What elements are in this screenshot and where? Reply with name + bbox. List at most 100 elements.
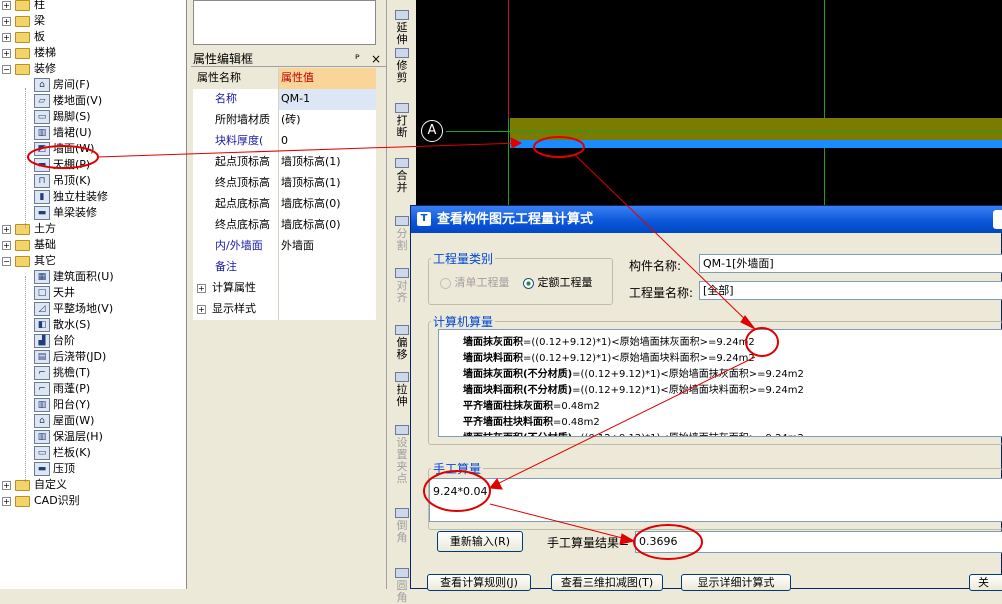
tree-item[interactable]: ▱ 楼地面(V) xyxy=(34,93,102,109)
tree-item[interactable]: ▮ 独立柱装修 xyxy=(34,189,108,205)
property-row[interactable]: 起点底标高 墙底标高(0) xyxy=(193,194,376,215)
property-value[interactable] xyxy=(279,299,376,320)
property-name-text: 计算属性 xyxy=(212,281,256,294)
property-value[interactable]: 0 xyxy=(279,131,376,152)
tree-folder[interactable]: + 楼梯 xyxy=(2,45,56,61)
tree-item[interactable]: ◿ 平整场地(V) xyxy=(34,301,113,317)
property-value[interactable]: 墙底标高(0) xyxy=(279,194,376,215)
property-row[interactable]: 起点顶标高 墙顶标高(1) xyxy=(193,152,376,173)
tree-item-label: 散水(S) xyxy=(53,318,91,331)
tree-folder[interactable]: + 板 xyxy=(2,29,45,45)
tree-item[interactable]: ⌂ 房间(F) xyxy=(34,77,90,93)
property-row[interactable]: + 显示样式 xyxy=(193,299,376,320)
tree-item[interactable]: ▦ 建筑面积(U) xyxy=(34,269,114,285)
tree-item[interactable]: ▥ 墙裙(U) xyxy=(34,125,92,141)
tree-item[interactable]: ⌐ 雨蓬(P) xyxy=(34,381,90,397)
property-row[interactable]: 所附墙材质 (砖) xyxy=(193,110,376,131)
tree-item-label: CAD识别 xyxy=(34,494,80,507)
manual-result-field[interactable]: 0.3696 xyxy=(635,531,1002,553)
tree-item[interactable]: ⊓ 吊顶(K) xyxy=(34,173,91,189)
expand-icon[interactable]: + xyxy=(2,240,11,250)
calc-line-formula: =((0.12+9.12)*1)<原始墙面抹灰面积>=9.24m2 xyxy=(523,337,755,348)
tree-folder[interactable]: − 其它 xyxy=(2,253,56,269)
extend-tool[interactable]: 延伸 xyxy=(387,10,417,46)
tree-item[interactable]: ▬ 单梁装修 xyxy=(34,205,97,221)
drawing-canvas[interactable]: A xyxy=(416,0,1002,205)
property-row[interactable]: 备注 xyxy=(193,257,376,278)
maximize-icon[interactable] xyxy=(993,210,1002,229)
property-value[interactable]: 墙顶标高(1) xyxy=(279,173,376,194)
tree-item[interactable]: ▬ 压顶 xyxy=(34,461,75,477)
expand-icon[interactable]: + xyxy=(2,480,11,490)
tree-item[interactable]: ▭ 栏板(K) xyxy=(34,445,91,461)
radio-list-qty[interactable]: 清单工程量 xyxy=(440,274,510,290)
tree-item[interactable]: ⌐ 挑檐(T) xyxy=(34,365,90,381)
manual-formula-input[interactable]: 9.24*0.04 xyxy=(429,478,1002,522)
radio-quota-qty[interactable]: 定额工程量 xyxy=(523,274,593,290)
tree-item[interactable]: ▥ 阳台(Y) xyxy=(34,397,90,413)
tree-folder[interactable]: + 土方 xyxy=(2,221,56,237)
property-value[interactable]: 墙顶标高(1) xyxy=(279,152,376,173)
tree-item[interactable]: ⌂ 屋面(W) xyxy=(34,413,94,429)
expand-icon[interactable]: + xyxy=(2,224,11,234)
folder-icon xyxy=(15,223,30,235)
fillet-icon xyxy=(395,568,409,578)
tree-item[interactable]: ▭ 踢脚(S) xyxy=(34,109,91,125)
property-row[interactable]: 终点底标高 墙底标高(0) xyxy=(193,215,376,236)
tree-item[interactable]: ◧ 散水(S) xyxy=(34,317,91,333)
expand-icon[interactable]: + xyxy=(2,16,11,26)
tree-item[interactable]: ◩ 墙面(W) xyxy=(34,141,94,157)
calc-label: 计算机算量 xyxy=(431,313,496,330)
pin-icon[interactable]: ᴾ xyxy=(355,51,360,67)
property-value[interactable] xyxy=(279,278,376,299)
property-value[interactable]: 外墙面 xyxy=(279,236,376,257)
trim-tool[interactable]: 修剪 xyxy=(387,48,417,84)
tree-folder[interactable]: + CAD识别 xyxy=(2,493,80,509)
merge-tool[interactable]: 合并 xyxy=(387,158,417,194)
tree-folder[interactable]: + 柱 xyxy=(2,0,45,13)
tree-item[interactable]: ▬ 天棚(P) xyxy=(34,157,90,173)
tree-item-label: 楼梯 xyxy=(34,46,56,59)
property-row[interactable]: + 计算属性 xyxy=(193,278,376,299)
break-tool[interactable]: 打断 xyxy=(387,103,417,139)
tree-folder[interactable]: + 基础 xyxy=(2,237,56,253)
calc-line-formula: =((0.12+9.12)*1)<原始墙面块料面积>=9.24m2 xyxy=(523,353,755,364)
expand-icon[interactable]: + xyxy=(2,496,11,506)
property-value[interactable] xyxy=(279,257,376,278)
wall-surface-line[interactable] xyxy=(510,140,1002,148)
tree-item[interactable]: □ 天井 xyxy=(34,285,75,301)
property-value[interactable]: QM-1 xyxy=(279,89,376,110)
dialog-title[interactable]: T 查看构件图元工程量计算式 xyxy=(411,206,1002,233)
qty-name-select[interactable]: [全部] xyxy=(699,281,1002,300)
collapse-icon[interactable]: − xyxy=(2,64,11,74)
calc-formula-box[interactable]: 墙面抹灰面积=((0.12+9.12)*1)<原始墙面抹灰面积>=9.24m2 墙… xyxy=(438,329,1002,437)
tree-folder[interactable]: − 装修 xyxy=(2,61,56,77)
close-button[interactable]: 关 xyxy=(969,574,1002,591)
property-row[interactable]: 内/外墙面 外墙面 xyxy=(193,236,376,257)
property-row[interactable]: 终点顶标高 墙顶标高(1) xyxy=(193,173,376,194)
expand-icon[interactable]: + xyxy=(197,304,206,314)
tree-folder[interactable]: + 梁 xyxy=(2,13,45,29)
property-row[interactable]: 名称 QM-1 xyxy=(193,89,376,110)
expand-icon[interactable]: + xyxy=(2,0,11,10)
property-value[interactable]: (砖) xyxy=(279,110,376,131)
expand-icon[interactable]: + xyxy=(2,48,11,58)
expand-icon[interactable]: + xyxy=(2,32,11,42)
close-icon[interactable]: × xyxy=(371,51,381,67)
property-value[interactable]: 墙底标高(0) xyxy=(279,215,376,236)
wall-band[interactable] xyxy=(510,118,1002,140)
show-detail-button[interactable]: 显示详细计算式 xyxy=(681,574,791,591)
tree-item[interactable]: ▟ 台阶 xyxy=(34,333,75,349)
tree-folder[interactable]: + 自定义 xyxy=(2,477,67,493)
property-row[interactable]: 块料厚度(0 xyxy=(193,131,376,152)
tree-item[interactable]: ▥ 保温层(H) xyxy=(34,429,103,445)
view-3d-button[interactable]: 查看三维扣减图(T) xyxy=(551,574,663,591)
tool-label: 设置夹点 xyxy=(396,436,408,485)
tree-item[interactable]: ▤ 后浇带(JD) xyxy=(34,349,106,365)
reenter-button[interactable]: 重新输入(R) xyxy=(437,531,523,552)
comp-name-field[interactable]: QM-1[外墙面] xyxy=(699,254,1002,273)
expand-icon[interactable]: + xyxy=(197,283,206,293)
component-tree[interactable]: + 柱 + 梁 + 板 + 楼梯 − 装修 ⌂ 房间(F) ▱ 楼地面(V) ▭ 踢脚(S) ▥ 墙裙(U) ◩ 墙面… xyxy=(0,0,187,589)
collapse-icon[interactable]: − xyxy=(2,256,11,266)
view-rules-button[interactable]: 查看计算规则(J) xyxy=(427,574,531,591)
